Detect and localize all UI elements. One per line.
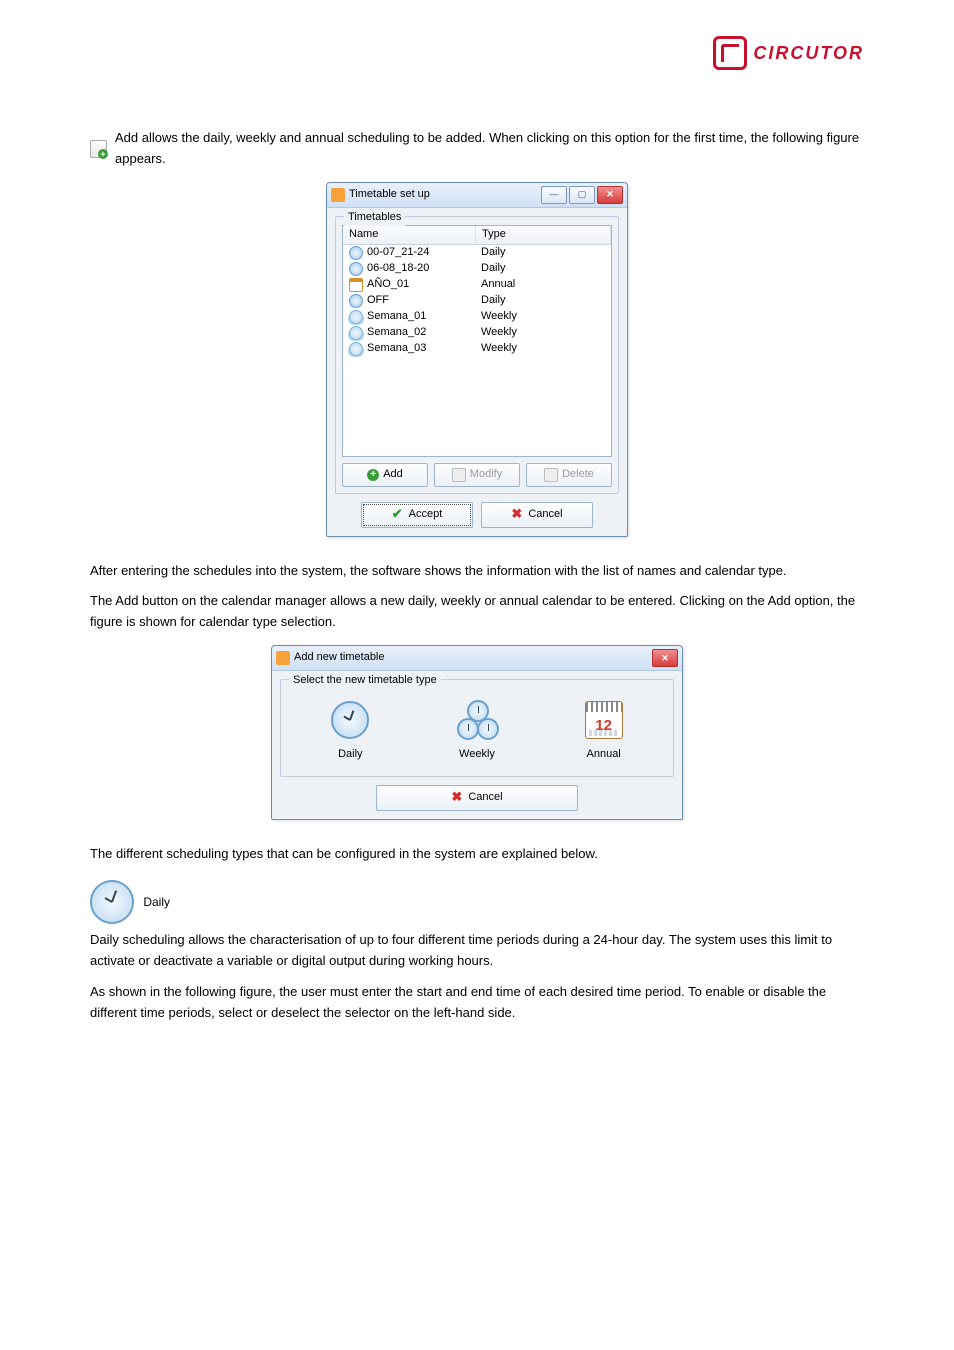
cancel-button[interactable]: ✖Cancel	[376, 785, 578, 811]
type-option-daily[interactable]: Daily	[328, 698, 372, 764]
check-icon: ✔	[392, 504, 403, 525]
minimize-button[interactable]: —	[541, 186, 567, 204]
timetables-group-title: Timetables	[344, 209, 405, 227]
clock-icon	[349, 294, 363, 308]
daily-desc-1: Daily scheduling allows the characterisa…	[90, 930, 864, 972]
brand-logo: CIRCUTOR	[713, 36, 864, 70]
maximize-button[interactable]: ▢	[569, 186, 595, 204]
list-item: Semana_01Weekly	[343, 309, 611, 325]
clock-icon	[349, 262, 363, 276]
intro-text-1: Add allows the daily, weekly and annual …	[115, 128, 864, 170]
cross-icon: ✖	[511, 504, 522, 525]
list-header: Name Type	[343, 226, 611, 245]
weekly-icon	[349, 342, 363, 356]
weekly-icon	[349, 326, 363, 340]
intro-text-2: After entering the schedules into the sy…	[90, 561, 864, 582]
add-timetable-dialog: Add new timetable ✕ Select the new timet…	[271, 645, 683, 820]
accept-button[interactable]: ✔Accept	[361, 502, 473, 528]
modify-icon	[452, 468, 466, 482]
weekly-clocks-icon	[455, 700, 499, 740]
timetable-setup-dialog: Timetable set up — ▢ ✕ Timetables Name T…	[326, 182, 628, 537]
dialog-titlebar: Timetable set up — ▢ ✕	[327, 183, 627, 208]
annual-calendar-icon: 12	[585, 701, 623, 739]
cancel-button[interactable]: ✖Cancel	[481, 502, 593, 528]
delete-icon	[544, 468, 558, 482]
logo-mark-icon	[713, 36, 747, 70]
list-item: AÑO_01Annual	[343, 277, 611, 293]
brand-name: CIRCUTOR	[753, 43, 864, 64]
list-item: Semana_02Weekly	[343, 325, 611, 341]
list-item: 00-07_21-24Daily	[343, 245, 611, 261]
close-button[interactable]: ✕	[652, 649, 678, 667]
dialog-title: Timetable set up	[349, 186, 430, 204]
close-button[interactable]: ✕	[597, 186, 623, 204]
timetable-list[interactable]: Name Type 00-07_21-24Daily 06-08_18-20Da…	[342, 225, 612, 457]
cross-icon: ✖	[451, 787, 462, 808]
dialog-titlebar: Add new timetable ✕	[272, 646, 682, 671]
daily-clock-icon	[331, 701, 369, 739]
dialog-title: Add new timetable	[294, 649, 385, 667]
col-type[interactable]: Type	[476, 226, 611, 244]
daily-desc-2: As shown in the following figure, the us…	[90, 982, 864, 1024]
intro-text-3: The Add button on the calendar manager a…	[90, 591, 864, 633]
select-type-title: Select the new timetable type	[289, 672, 441, 690]
list-item: 06-08_18-20Daily	[343, 261, 611, 277]
calendar-icon	[349, 278, 363, 292]
delete-button[interactable]: Delete	[526, 463, 612, 487]
daily-clock-icon	[90, 880, 134, 924]
dialog-title-icon	[331, 188, 345, 202]
weekly-icon	[349, 310, 363, 324]
list-item: OFFDaily	[343, 293, 611, 309]
section-daily-heading: Daily	[90, 880, 864, 924]
modify-button[interactable]: Modify	[434, 463, 520, 487]
add-button[interactable]: Add	[342, 463, 428, 487]
add-timetable-icon	[90, 140, 107, 158]
dialog-title-icon	[276, 651, 290, 665]
col-name[interactable]: Name	[343, 226, 476, 244]
type-option-weekly[interactable]: Weekly	[455, 698, 499, 764]
list-item: Semana_03Weekly	[343, 341, 611, 357]
timetables-group: Timetables Name Type 00-07_21-24Daily 06…	[335, 216, 619, 494]
clock-icon	[349, 246, 363, 260]
intro-text-4: The different scheduling types that can …	[90, 844, 864, 865]
select-type-group: Select the new timetable type Daily Week…	[280, 679, 674, 777]
type-option-annual[interactable]: 12 Annual	[582, 698, 626, 764]
plus-icon	[367, 469, 379, 481]
